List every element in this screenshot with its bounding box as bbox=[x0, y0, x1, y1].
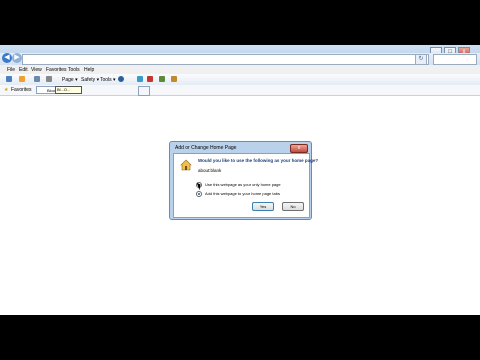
option-only-home-page[interactable]: Use this webpage as your only home page bbox=[196, 182, 281, 188]
refresh-icon[interactable]: ↻ bbox=[415, 54, 427, 65]
option2-label: Add this webpage to your home page tabs bbox=[205, 191, 280, 197]
tools-menu[interactable]: Tools ▾ bbox=[100, 76, 116, 84]
option1-label: Use this webpage as your only home page bbox=[205, 182, 281, 188]
feeds-icon[interactable] bbox=[19, 76, 25, 82]
home-page-icon bbox=[180, 159, 192, 171]
tab-tooltip: Bl...O... bbox=[55, 86, 82, 94]
home-icon[interactable] bbox=[6, 76, 12, 82]
mail-icon[interactable] bbox=[34, 76, 40, 82]
favorites-button[interactable]: Favorites bbox=[11, 87, 32, 93]
yes-button[interactable]: Yes bbox=[252, 202, 274, 211]
address-input[interactable] bbox=[22, 54, 429, 65]
page-menu[interactable]: Page ▾ bbox=[62, 76, 78, 84]
browser-window: _ □ x ◀ ▶ ↻ File Edit View Favorites Too… bbox=[0, 45, 480, 315]
menu-edit[interactable]: Edit bbox=[19, 67, 28, 73]
print-icon[interactable] bbox=[46, 76, 52, 82]
star-icon[interactable]: ★ bbox=[4, 87, 8, 93]
dialog-body: Would you like to use the following as y… bbox=[173, 153, 318, 218]
research-icon[interactable] bbox=[137, 76, 143, 82]
menu-tools[interactable]: Tools bbox=[68, 67, 80, 73]
radio-add-tab[interactable] bbox=[196, 191, 202, 197]
menu-help[interactable]: Help bbox=[84, 67, 94, 73]
menu-file[interactable]: File bbox=[7, 67, 15, 73]
home-page-dialog: Add or Change Home Page x Would you like… bbox=[169, 141, 318, 220]
toolbar-extra-icon[interactable] bbox=[171, 76, 177, 82]
help-icon[interactable] bbox=[118, 76, 124, 82]
option-add-tab[interactable]: Add this webpage to your home page tabs bbox=[196, 191, 280, 197]
menu-view[interactable]: View bbox=[31, 67, 42, 73]
messenger-icon[interactable] bbox=[159, 76, 165, 82]
forward-button[interactable]: ▶ bbox=[12, 53, 22, 63]
search-input[interactable] bbox=[433, 54, 477, 65]
dialog-title: Add or Change Home Page bbox=[175, 145, 237, 151]
new-tab-button[interactable] bbox=[138, 86, 150, 96]
back-button[interactable]: ◀ bbox=[2, 53, 12, 63]
dialog-close-button[interactable]: x bbox=[290, 144, 308, 153]
dialog-question: Would you like to use the following as y… bbox=[198, 158, 319, 163]
menu-favorites[interactable]: Favorites bbox=[46, 67, 67, 73]
no-button[interactable]: No bbox=[282, 202, 304, 211]
dialog-url: about:blank bbox=[198, 168, 222, 173]
menu-bar: File Edit View Favorites Tools Help bbox=[0, 65, 480, 74]
addon-icon[interactable] bbox=[147, 76, 153, 82]
safety-menu[interactable]: Safety ▾ bbox=[81, 76, 99, 84]
